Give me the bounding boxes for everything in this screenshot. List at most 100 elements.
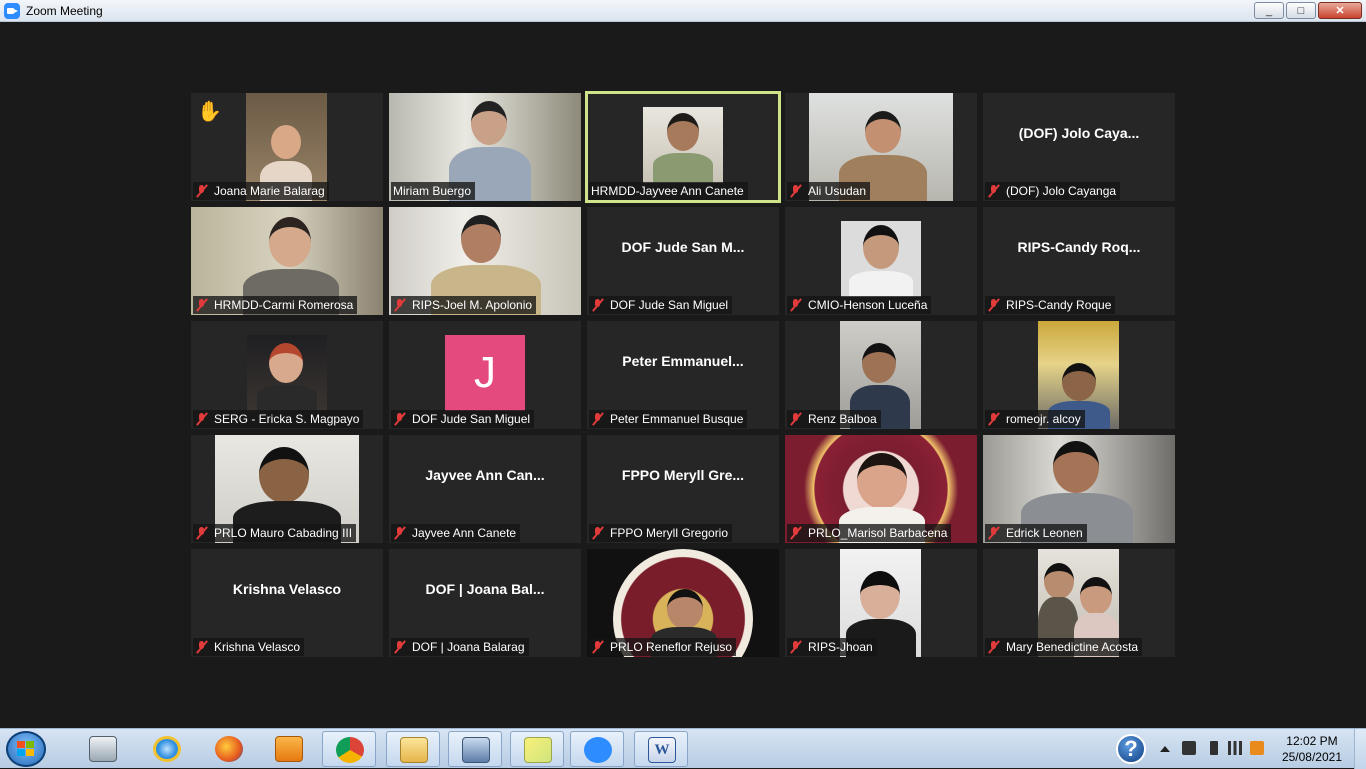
participant-name-label: FPPO Meryll Gregorio: [589, 524, 733, 542]
participant-display-name: Peter Emmanuel...: [622, 353, 744, 369]
participant-tile[interactable]: HRMDD-Carmi Romerosa: [191, 207, 383, 315]
taskbar-media-player[interactable]: [262, 731, 316, 767]
mic-muted-icon: [789, 640, 803, 654]
participant-tile[interactable]: romeojr. alcoy: [983, 321, 1175, 429]
participant-tile[interactable]: Peter Emmanuel... Peter Emmanuel Busque: [587, 321, 779, 429]
mic-muted-icon: [987, 298, 1001, 312]
participant-display-name: DOF | Joana Bal...: [425, 581, 545, 597]
network-icon[interactable]: [1228, 741, 1242, 755]
participant-tile[interactable]: RIPS-Joel M. Apolonio: [389, 207, 581, 315]
participant-display-name: DOF Jude San M...: [621, 239, 745, 255]
participant-name-label: HRMDD-Jayvee Ann Canete: [589, 182, 748, 200]
help-icon[interactable]: ?: [1116, 734, 1146, 764]
taskbar-zoom[interactable]: [570, 731, 624, 767]
windows-logo-icon: [17, 741, 35, 757]
window-title: Zoom Meeting: [26, 4, 103, 18]
participant-tile[interactable]: FPPO Meryll Gre... FPPO Meryll Gregorio: [587, 435, 779, 543]
participant-name-label: (DOF) Jolo Cayanga: [985, 182, 1121, 200]
system-clock[interactable]: 12:02 PM 25/08/2021: [1282, 733, 1342, 765]
battery-icon[interactable]: [1210, 741, 1218, 755]
participant-tile[interactable]: ✋ Joana Marie Balarag: [191, 93, 383, 201]
mic-muted-icon: [195, 526, 209, 540]
taskbar-remote-desktop[interactable]: [448, 731, 502, 767]
participant-tile[interactable]: (DOF) Jolo Caya... (DOF) Jolo Cayanga: [983, 93, 1175, 201]
participant-tile[interactable]: PRLO_Marisol Barbacena: [785, 435, 977, 543]
mic-muted-icon: [789, 412, 803, 426]
remote-desktop-icon: [462, 737, 490, 763]
action-center-icon[interactable]: [1250, 741, 1264, 755]
participant-name-label: Krishna Velasco: [193, 638, 305, 656]
taskbar-sticky-notes[interactable]: [510, 731, 564, 767]
mic-muted-icon: [789, 184, 803, 198]
taskbar-firefox[interactable]: [202, 731, 256, 767]
participant-tile[interactable]: J DOF Jude San Miguel: [389, 321, 581, 429]
mic-muted-icon: [393, 640, 407, 654]
participant-name-label: Ali Usudan: [787, 182, 871, 200]
mic-muted-icon: [987, 526, 1001, 540]
participant-tile[interactable]: DOF | Joana Bal... DOF | Joana Balarag: [389, 549, 581, 657]
participant-display-name: (DOF) Jolo Caya...: [1018, 125, 1140, 141]
participant-display-name: RIPS-Candy Roq...: [1017, 239, 1141, 255]
participant-name-label: DOF Jude San Miguel: [589, 296, 733, 314]
participant-name-label: PRLO_Marisol Barbacena: [787, 524, 952, 542]
participant-tile[interactable]: Mary Benedictine Acosta: [983, 549, 1175, 657]
participant-tile[interactable]: Miriam Buergo: [389, 93, 581, 201]
participant-tile[interactable]: DOF Jude San M... DOF Jude San Miguel: [587, 207, 779, 315]
participant-tile[interactable]: Jayvee Ann Can... Jayvee Ann Canete: [389, 435, 581, 543]
taskbar-chrome[interactable]: [322, 731, 376, 767]
participant-tile[interactable]: CMIO-Henson Luceña: [785, 207, 977, 315]
show-hidden-icons-icon[interactable]: [1160, 746, 1170, 752]
mic-muted-icon: [195, 640, 209, 654]
clock-date: 25/08/2021: [1281, 750, 1342, 764]
participant-name-label: DOF | Joana Balarag: [391, 638, 529, 656]
taskbar-calculator[interactable]: [76, 731, 130, 767]
minimize-button[interactable]: _: [1254, 2, 1284, 19]
mic-muted-icon: [393, 526, 407, 540]
window-controls: _ □ ✕: [1254, 2, 1362, 19]
participant-tile[interactable]: RIPS-Jhoan: [785, 549, 977, 657]
mic-muted-icon: [591, 640, 605, 654]
participant-name-label: RIPS-Jhoan: [787, 638, 877, 656]
start-button[interactable]: [6, 731, 46, 767]
close-button[interactable]: ✕: [1318, 2, 1362, 19]
participant-tile[interactable]: Krishna Velasco Krishna Velasco: [191, 549, 383, 657]
participant-name-label: Peter Emmanuel Busque: [589, 410, 748, 428]
participant-tile[interactable]: SERG - Ericka S. Magpayo: [191, 321, 383, 429]
participant-name-label: PRLO Mauro Cabading III: [193, 524, 357, 542]
participant-name-label: romeojr. alcoy: [985, 410, 1085, 428]
zoom-icon: [584, 737, 612, 763]
video-feed: [247, 335, 327, 411]
video-feed: [643, 107, 723, 183]
participant-tile[interactable]: RIPS-Candy Roq... RIPS-Candy Roque: [983, 207, 1175, 315]
participant-display-name: FPPO Meryll Gre...: [621, 467, 745, 483]
participant-name-label: SERG - Ericka S. Magpayo: [193, 410, 364, 428]
show-desktop-button[interactable]: [1354, 729, 1366, 769]
participant-tile[interactable]: Renz Balboa: [785, 321, 977, 429]
participant-name-label: RIPS-Candy Roque: [985, 296, 1116, 314]
participant-tile[interactable]: PRLO Mauro Cabading III: [191, 435, 383, 543]
participant-name-label: DOF Jude San Miguel: [391, 410, 535, 428]
mic-muted-icon: [591, 298, 605, 312]
participant-tile-active-speaker[interactable]: HRMDD-Jayvee Ann Canete: [585, 91, 781, 203]
calculator-icon: [89, 736, 117, 762]
mic-muted-icon: [195, 184, 209, 198]
maximize-icon: □: [1297, 4, 1305, 17]
taskbar-file-explorer[interactable]: [386, 731, 440, 767]
participant-tile[interactable]: Ali Usudan: [785, 93, 977, 201]
mic-muted-icon: [591, 412, 605, 426]
minimize-icon: _: [1265, 4, 1273, 17]
participant-tile[interactable]: PRLO Reneflor Rejuso: [587, 549, 779, 657]
meeting-view: ✋ Joana Marie Balarag Miriam Buergo HRMD…: [0, 23, 1366, 728]
participant-name-label: RIPS-Joel M. Apolonio: [391, 296, 537, 314]
participant-display-name: Jayvee Ann Can...: [425, 467, 545, 483]
maximize-button[interactable]: □: [1286, 2, 1316, 19]
volume-icon[interactable]: [1182, 741, 1196, 755]
mic-muted-icon: [987, 184, 1001, 198]
participant-name-label: Mary Benedictine Acosta: [985, 638, 1143, 656]
taskbar-internet-explorer[interactable]: [140, 731, 194, 767]
sticky-notes-icon: [524, 737, 552, 763]
taskbar-word[interactable]: W: [634, 731, 688, 767]
participant-name-label: HRMDD-Carmi Romerosa: [193, 296, 358, 314]
participant-tile[interactable]: Edrick Leonen: [983, 435, 1175, 543]
participant-avatar: J: [445, 335, 525, 411]
